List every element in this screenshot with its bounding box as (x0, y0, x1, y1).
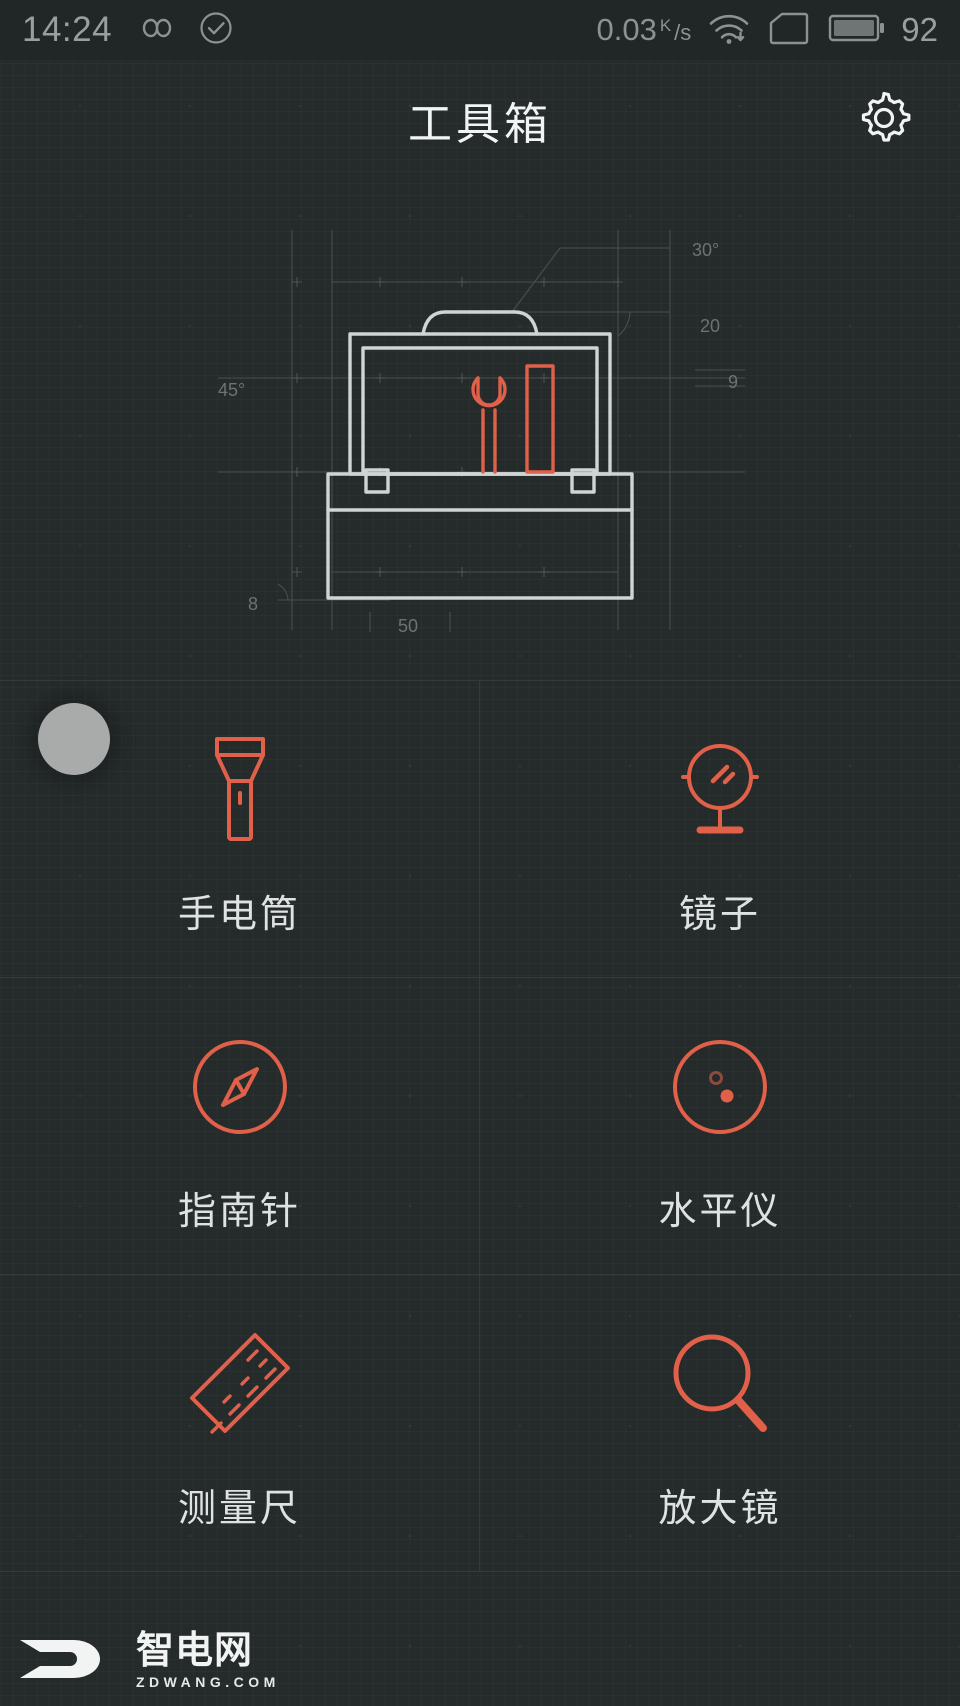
infinity-icon (132, 14, 178, 47)
app-screen: 14:24 0.03K/s (0, 0, 960, 1706)
annotation-8: 8 (248, 594, 258, 614)
annotation-50: 50 (398, 616, 418, 636)
watermark: 智电网 ZDWANG.COM (14, 1632, 280, 1690)
tool-label: 指南针 (178, 1180, 301, 1235)
page-title: 工具箱 (408, 88, 552, 152)
level-icon (665, 1018, 775, 1148)
tool-label: 放大镜 (658, 1477, 781, 1532)
tool-cell-ruler[interactable]: 测量尺 (0, 1275, 480, 1572)
flashlight-icon (195, 721, 285, 851)
tool-cell-mirror[interactable]: 镜子 (480, 681, 960, 978)
annotation-20: 20 (700, 316, 720, 336)
magnifier-icon (660, 1315, 780, 1445)
zd-logo-icon (14, 1634, 126, 1689)
network-speed: 0.03K/s (596, 12, 691, 48)
battery-icon (827, 12, 885, 49)
battery-percent: 92 (901, 11, 938, 49)
tool-label: 手电筒 (178, 883, 301, 938)
watermark-text: 智电网 ZDWANG.COM (136, 1632, 280, 1690)
status-bar: 14:24 0.03K/s (0, 0, 960, 60)
tool-label: 镜子 (679, 883, 761, 938)
status-bar-right: 0.03K/s (596, 11, 938, 50)
tool-label: 水平仪 (658, 1180, 781, 1235)
annotation-45deg: 45° (218, 380, 245, 400)
check-circle-icon (198, 10, 234, 51)
title-bar: 工具箱 (0, 60, 960, 180)
network-speed-value: 0.03 (596, 12, 656, 48)
mirror-icon (670, 721, 770, 851)
status-bar-left: 14:24 (22, 10, 234, 51)
compass-icon (185, 1018, 295, 1148)
sim-card-icon (767, 11, 811, 50)
touch-point-indicator (38, 703, 110, 775)
tool-cell-level[interactable]: 水平仪 (480, 978, 960, 1275)
tool-cell-compass[interactable]: 指南针 (0, 978, 480, 1275)
watermark-domain: ZDWANG.COM (136, 1674, 280, 1690)
watermark-name: 智电网 (136, 1632, 253, 1670)
tool-label: 测量尺 (178, 1477, 301, 1532)
settings-button[interactable] (848, 84, 920, 156)
ruler-icon (180, 1315, 300, 1445)
network-speed-unit-k: K (660, 16, 671, 36)
gear-icon (853, 87, 915, 154)
annotation-30deg: 30° (692, 240, 719, 260)
network-speed-unit-s: /s (674, 20, 691, 46)
tool-cell-magnifier[interactable]: 放大镜 (480, 1275, 960, 1572)
annotation-9: 9 (728, 372, 738, 392)
status-clock: 14:24 (22, 10, 112, 50)
tools-grid: 手电筒 镜子 (0, 680, 960, 1572)
wifi-download-icon (707, 11, 751, 50)
toolbox-blueprint-illustration: 30° 45° 20 9 8 50 (0, 180, 960, 680)
